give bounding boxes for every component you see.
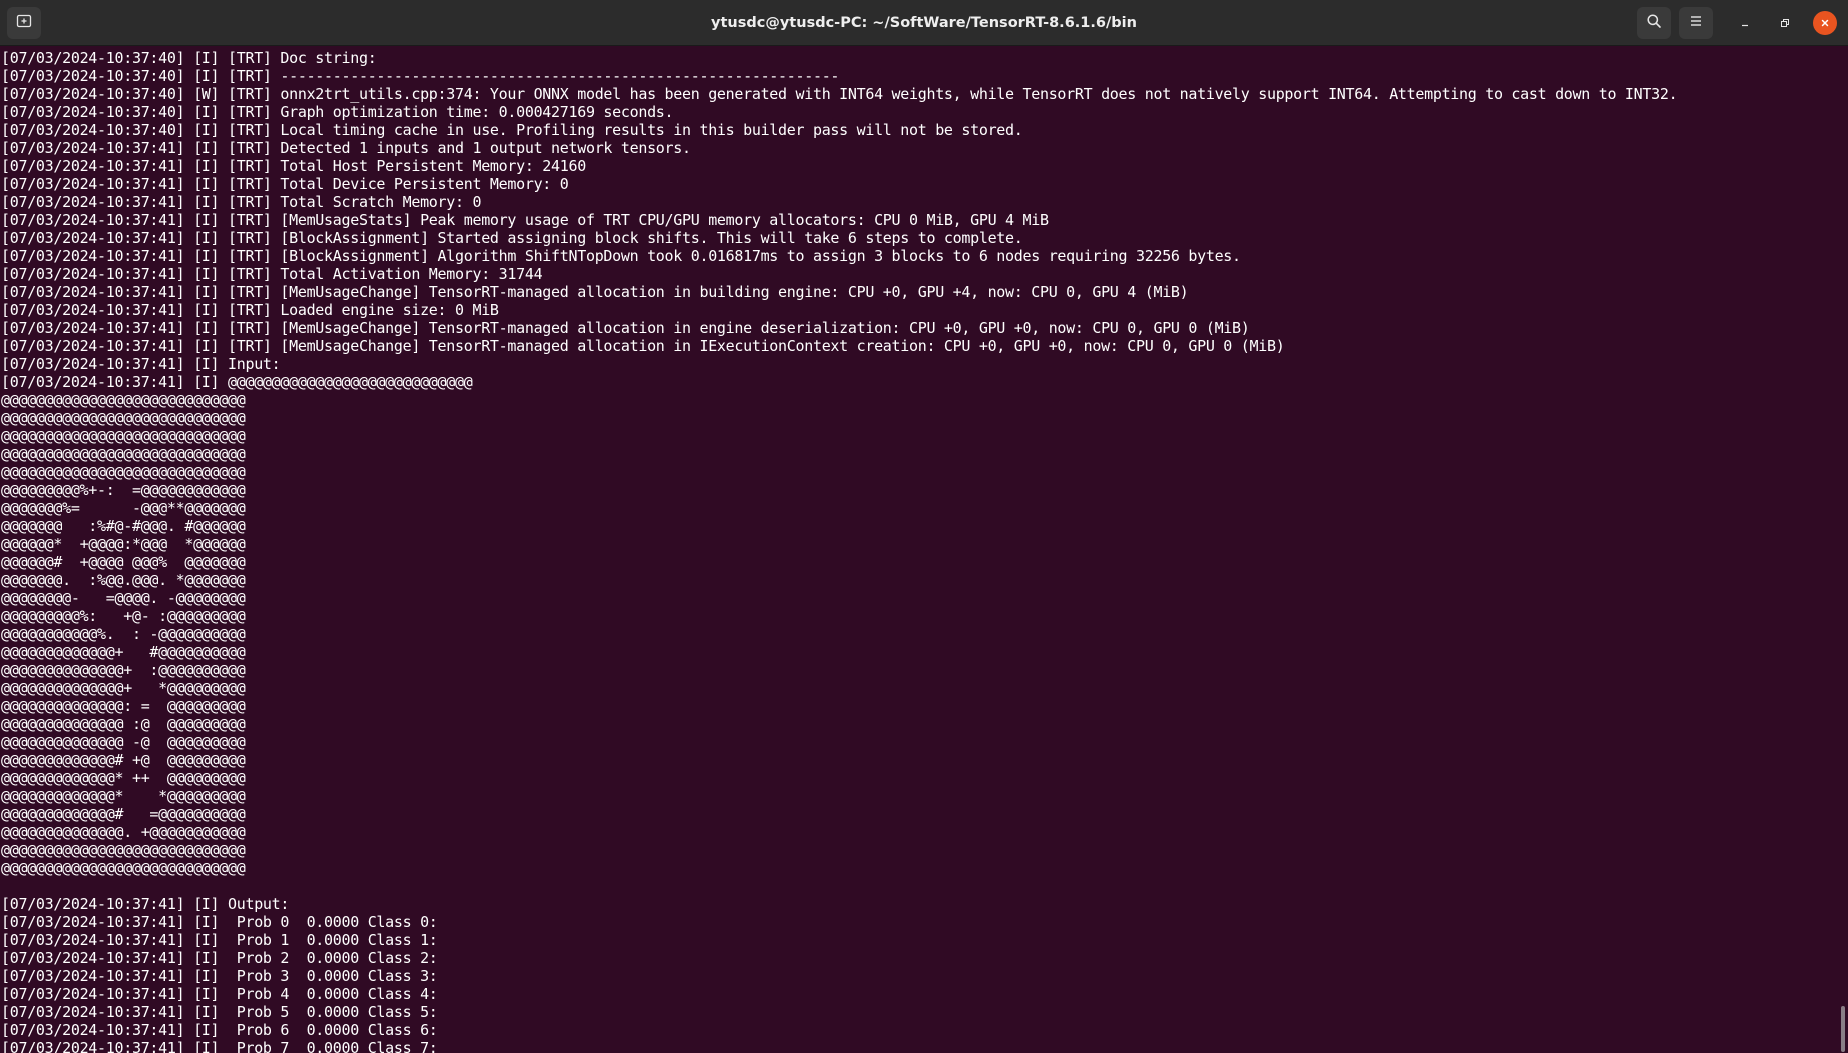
terminal-line: @@@@@@@@@%: +@- :@@@@@@@@@: [1, 607, 246, 625]
terminal-line: [07/03/2024-10:37:41] [I] [TRT] [MemUsag…: [1, 337, 1285, 355]
terminal-line: @@@@@@# +@@@@ @@@% @@@@@@@: [1, 553, 246, 571]
terminal-line: @@@@@@@@@@@@@@@@@@@@@@@@@@@@: [1, 463, 246, 481]
terminal-line: @@@@@@@@@@@@@@ :@ @@@@@@@@@: [1, 715, 246, 733]
terminal-line: [07/03/2024-10:37:40] [I] [TRT] Graph op…: [1, 103, 674, 121]
scrollbar-thumb[interactable]: [1841, 1006, 1845, 1052]
terminal-line: @@@@@@@@@@@@@@@@@@@@@@@@@@@@: [1, 841, 246, 859]
terminal-line: [07/03/2024-10:37:40] [I] [TRT] Local ti…: [1, 121, 1023, 139]
terminal-line: [07/03/2024-10:37:40] [I] [TRT] Doc stri…: [1, 49, 377, 67]
terminal-line: [07/03/2024-10:37:41] [I] Prob 1 0.0000 …: [1, 931, 438, 949]
terminal-line: @@@@@@@@@@@@@@: = @@@@@@@@@: [1, 697, 246, 715]
terminal-line: [07/03/2024-10:37:40] [W] [TRT] onnx2trt…: [1, 85, 1678, 103]
terminal-line: [07/03/2024-10:37:41] [I] Prob 2 0.0000 …: [1, 949, 438, 967]
search-button[interactable]: [1637, 7, 1671, 39]
terminal-line: [07/03/2024-10:37:41] [I] [TRT] Total Ac…: [1, 265, 543, 283]
terminal-line: [07/03/2024-10:37:41] [I] [TRT] [BlockAs…: [1, 247, 1241, 265]
terminal-line: [07/03/2024-10:37:40] [I] [TRT] --------…: [1, 67, 840, 85]
title-bar[interactable]: ytusdc@ytusdc-PC: ~/SoftWare/TensorRT-8.…: [0, 0, 1848, 46]
terminal-line: @@@@@@@@@%+-: =@@@@@@@@@@@@: [1, 481, 246, 499]
terminal-line: [07/03/2024-10:37:41] [I] Prob 0 0.0000 …: [1, 913, 438, 931]
terminal-line: @@@@@@@@@@@@@@+ *@@@@@@@@@: [1, 679, 246, 697]
maximize-icon: [1779, 14, 1791, 33]
search-icon: [1646, 13, 1662, 33]
terminal-line: @@@@@@@@@@@@@* ++ @@@@@@@@@: [1, 769, 246, 787]
terminal-line: @@@@@@@@@@@@@@@@@@@@@@@@@@@@: [1, 445, 246, 463]
terminal-line: @@@@@@@@@@@@@@ -@ @@@@@@@@@: [1, 733, 246, 751]
terminal-line: [07/03/2024-10:37:41] [I] [TRT] Loaded e…: [1, 301, 499, 319]
terminal-line: @@@@@@@%= -@@@**@@@@@@@: [1, 499, 246, 517]
menu-button[interactable]: [1679, 7, 1713, 39]
terminal-line: [07/03/2024-10:37:41] [I] [TRT] [MemUsag…: [1, 211, 1049, 229]
terminal-line: @@@@@@@@@@@@@@+ :@@@@@@@@@@: [1, 661, 246, 679]
terminal-output[interactable]: [07/03/2024-10:37:40] [I] [TRT] Doc stri…: [0, 46, 1838, 1053]
terminal-line: @@@@@@@@@@@@@* *@@@@@@@@@: [1, 787, 246, 805]
terminal-line: @@@@@@@@@@@@@+ #@@@@@@@@@@: [1, 643, 246, 661]
terminal-line: @@@@@@@@@@@@@@@@@@@@@@@@@@@@: [1, 391, 246, 409]
new-tab-icon: [16, 13, 32, 33]
close-button[interactable]: [1813, 11, 1837, 35]
terminal-line: @@@@@@@@@@@@@# +@ @@@@@@@@@: [1, 751, 246, 769]
terminal-line: @@@@@@@@@@@%. : -@@@@@@@@@@: [1, 625, 246, 643]
terminal-line: [07/03/2024-10:37:41] [I] [TRT] [BlockAs…: [1, 229, 1023, 247]
terminal-line: @@@@@@@@@@@@@@@@@@@@@@@@@@@@: [1, 409, 246, 427]
terminal-line: @@@@@@@. :%@@.@@@. *@@@@@@@: [1, 571, 246, 589]
terminal-line: @@@@@@@@@@@@@@. +@@@@@@@@@@@: [1, 823, 246, 841]
terminal-line: @@@@@@@ :%#@-#@@@. #@@@@@@: [1, 517, 246, 535]
hamburger-menu-icon: [1688, 13, 1704, 33]
new-tab-button[interactable]: [7, 7, 41, 39]
terminal-line: [07/03/2024-10:37:41] [I] Prob 7 0.0000 …: [1, 1039, 438, 1053]
close-icon: [1819, 14, 1831, 33]
terminal-line: [07/03/2024-10:37:41] [I] [TRT] Total Sc…: [1, 193, 482, 211]
terminal-line: [07/03/2024-10:37:41] [I] [TRT] Total Ho…: [1, 157, 586, 175]
vertical-scrollbar[interactable]: [1838, 46, 1848, 1053]
terminal-line: [07/03/2024-10:37:41] [I] [TRT] Detected…: [1, 139, 691, 157]
terminal-line: @@@@@@* +@@@@:*@@@ *@@@@@@: [1, 535, 246, 553]
window-title: ytusdc@ytusdc-PC: ~/SoftWare/TensorRT-8.…: [711, 15, 1137, 31]
terminal-line: [07/03/2024-10:37:41] [I] [TRT] [MemUsag…: [1, 283, 1189, 301]
terminal-line: @@@@@@@@- =@@@@. -@@@@@@@@: [1, 589, 246, 607]
terminal-line: [07/03/2024-10:37:41] [I] Prob 5 0.0000 …: [1, 1003, 438, 1021]
terminal-line: [07/03/2024-10:37:41] [I] Output:: [1, 895, 290, 913]
minimize-icon: [1739, 14, 1751, 33]
maximize-button[interactable]: [1773, 11, 1797, 35]
minimize-button[interactable]: [1733, 11, 1757, 35]
terminal-line: [07/03/2024-10:37:41] [I] [TRT] Total De…: [1, 175, 569, 193]
terminal-line: [07/03/2024-10:37:41] [I] [TRT] [MemUsag…: [1, 319, 1250, 337]
terminal-line: @@@@@@@@@@@@@@@@@@@@@@@@@@@@: [1, 427, 246, 445]
terminal-line: [07/03/2024-10:37:41] [I] Input:: [1, 355, 281, 373]
terminal-line: [07/03/2024-10:37:41] [I] Prob 3 0.0000 …: [1, 967, 438, 985]
terminal-line: [07/03/2024-10:37:41] [I] @@@@@@@@@@@@@@…: [1, 373, 473, 391]
terminal-window: ytusdc@ytusdc-PC: ~/SoftWare/TensorRT-8.…: [0, 0, 1848, 1053]
terminal-line: [07/03/2024-10:37:41] [I] Prob 6 0.0000 …: [1, 1021, 438, 1039]
terminal-line: @@@@@@@@@@@@@@@@@@@@@@@@@@@@: [1, 859, 246, 877]
terminal-line: @@@@@@@@@@@@@# =@@@@@@@@@@: [1, 805, 246, 823]
terminal-line: [07/03/2024-10:37:41] [I] Prob 4 0.0000 …: [1, 985, 438, 1003]
